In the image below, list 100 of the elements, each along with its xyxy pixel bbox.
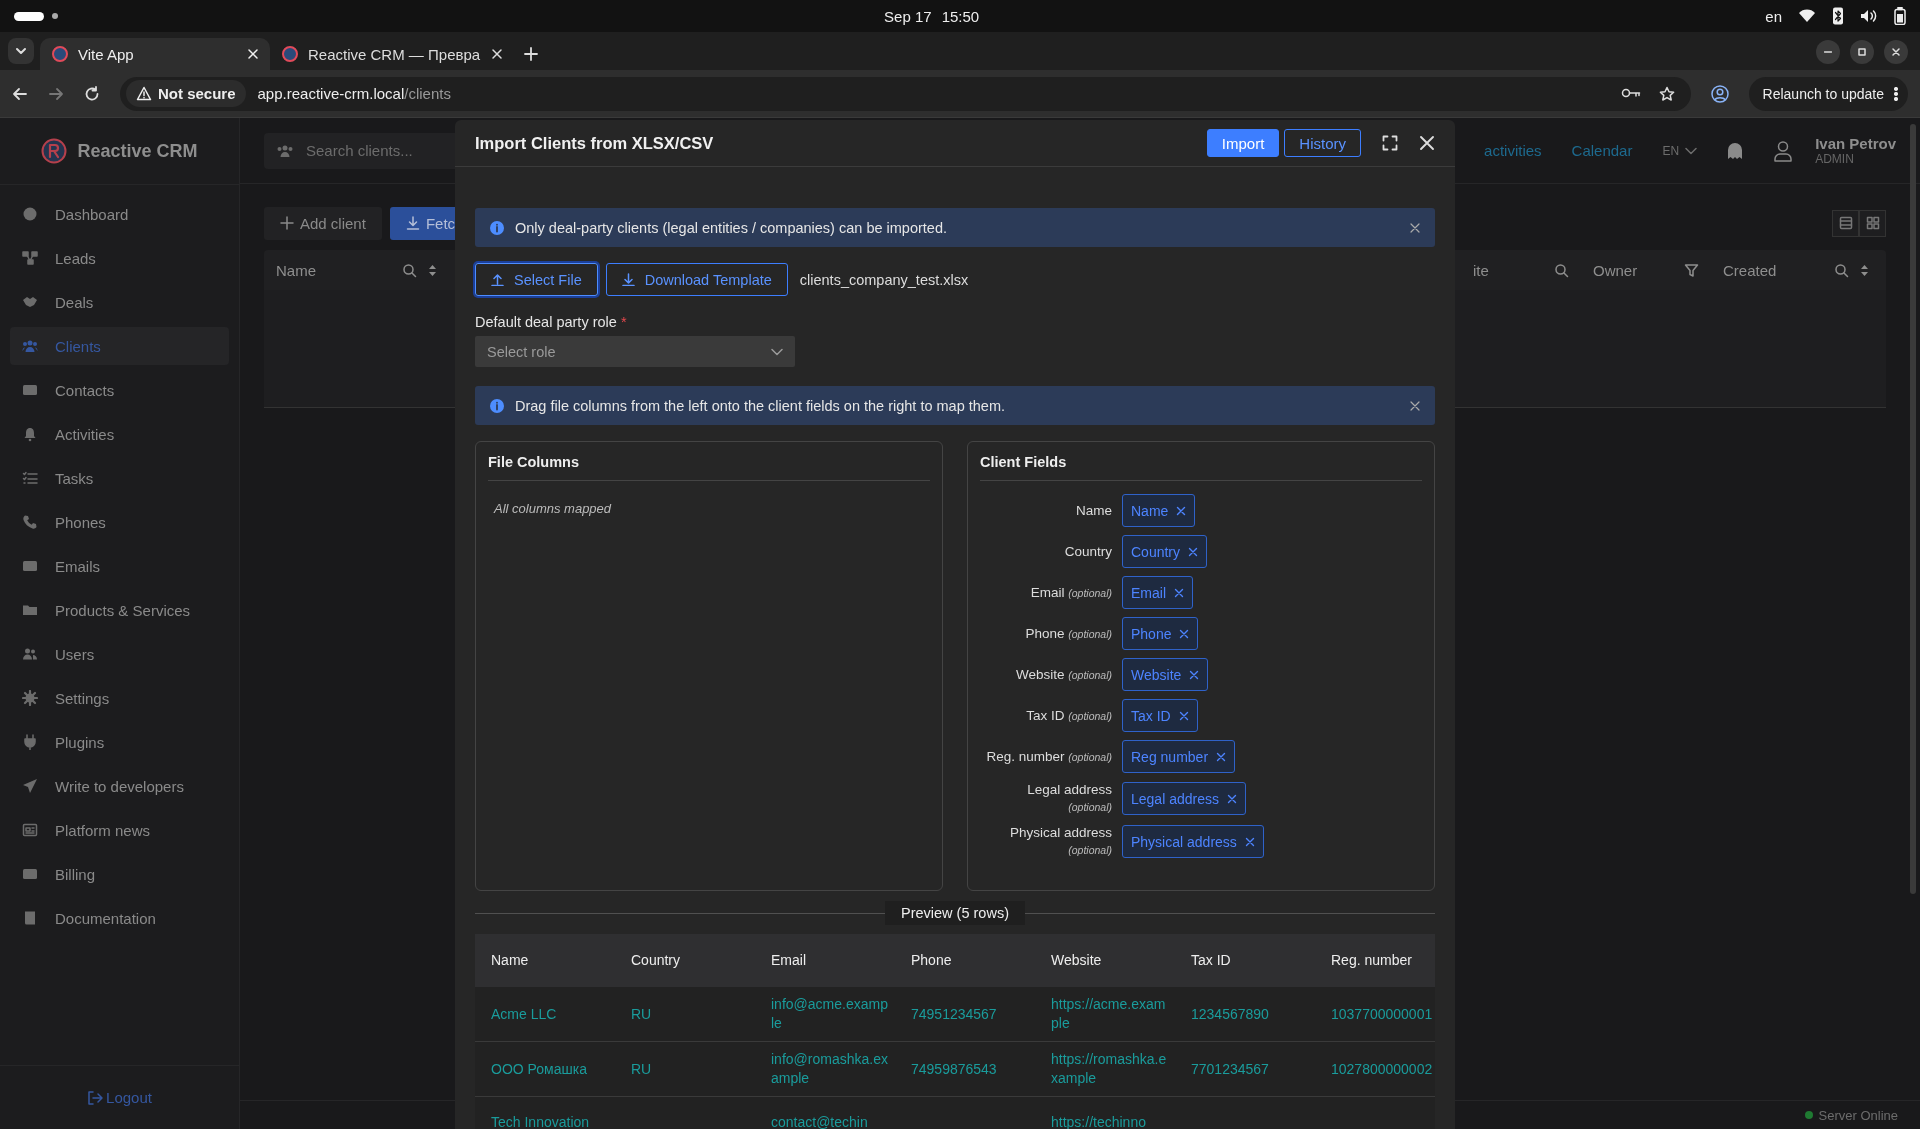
keyboard-layout[interactable]: en (1765, 7, 1782, 25)
profile-icon[interactable] (1710, 84, 1729, 103)
browser-tab[interactable]: Reactive CRM — Превра (270, 38, 515, 70)
url-text: app.reactive-crm.local/clients (257, 85, 451, 102)
wifi-icon[interactable] (1798, 8, 1816, 24)
people-icon (22, 646, 38, 662)
column-header[interactable]: ite (1473, 261, 1489, 279)
field-label: Reg. number (optional) (985, 747, 1112, 766)
sidebar-item[interactable]: Contacts (10, 371, 229, 409)
workspace-indicator[interactable] (14, 11, 44, 21)
grid-view-button[interactable] (1859, 209, 1886, 237)
language-select[interactable]: EN (1662, 143, 1698, 158)
history-button[interactable]: History (1284, 129, 1361, 157)
header-link[interactable]: activities (1484, 142, 1542, 159)
role-select[interactable]: Select role (475, 336, 795, 367)
remove-icon[interactable] (1189, 669, 1200, 680)
search-icon[interactable] (1554, 262, 1569, 278)
arrow-left-icon (12, 85, 28, 102)
sidebar-item[interactable]: Emails (10, 547, 229, 585)
security-chip[interactable]: Not secure (126, 80, 246, 107)
mapped-column-tag[interactable]: Country (1122, 535, 1208, 568)
sidebar-item[interactable]: Plugins (10, 723, 229, 761)
search-icon[interactable] (402, 262, 417, 278)
ghost-icon[interactable] (1727, 141, 1744, 160)
remove-icon[interactable] (1178, 710, 1189, 721)
column-header[interactable]: Owner (1593, 261, 1638, 279)
remove-icon[interactable] (1174, 587, 1184, 598)
remove-icon[interactable] (1179, 628, 1190, 639)
mapped-column-tag[interactable]: Phone (1122, 617, 1199, 650)
header-link[interactable]: Calendar (1571, 142, 1633, 159)
mapped-column-tag[interactable]: Tax ID (1122, 699, 1198, 732)
speaker-icon[interactable] (1860, 8, 1878, 24)
sidebar-item[interactable]: Phones (10, 503, 229, 541)
dismiss-button[interactable] (1409, 221, 1421, 234)
kebab-icon (1894, 86, 1898, 101)
list-view-button[interactable] (1832, 209, 1859, 237)
close-button[interactable] (1419, 135, 1435, 151)
select-file-button[interactable]: Select File (475, 263, 598, 296)
minimize-button[interactable] (1816, 40, 1840, 64)
sidebar-item[interactable]: Products & Services (10, 591, 229, 629)
remove-icon[interactable] (1244, 836, 1255, 847)
mapped-column-tag[interactable]: Physical address (1122, 825, 1264, 858)
table-cell-text: RU (630, 1004, 653, 1024)
field-label: Legal address (optional) (1026, 781, 1112, 815)
bell-icon (22, 426, 38, 442)
sidebar-item[interactable]: Deals (10, 283, 229, 321)
close-button[interactable] (1884, 40, 1908, 64)
close-icon[interactable] (490, 47, 505, 61)
add-button[interactable]: Add client (264, 206, 382, 240)
star-icon[interactable] (1658, 85, 1675, 102)
sidebar-item[interactable]: Billing (10, 855, 229, 893)
reload-button[interactable] (84, 85, 100, 102)
tab-list-button[interactable] (8, 38, 34, 64)
mapped-column-tag[interactable]: Name (1122, 494, 1196, 527)
filter-icon[interactable] (1684, 262, 1699, 278)
column-header: Email (770, 951, 807, 970)
scrollbar[interactable] (1910, 124, 1916, 894)
close-icon[interactable] (246, 47, 260, 61)
newspaper-icon (22, 822, 38, 838)
mapped-column-tag[interactable]: Legal address (1122, 782, 1246, 815)
sidebar-item[interactable]: Settings (10, 679, 229, 717)
bluetooth-icon[interactable] (1832, 7, 1844, 25)
remove-icon[interactable] (1176, 505, 1187, 516)
import-button[interactable]: Import (1206, 129, 1280, 157)
table-cell-text: https://acme.example (1050, 995, 1167, 1033)
sidebar-item[interactable]: Activities (10, 415, 229, 453)
back-button[interactable] (12, 85, 28, 102)
sidebar-item[interactable]: Users (10, 635, 229, 673)
fullscreen-button[interactable] (1382, 135, 1398, 151)
nodes-icon (22, 250, 38, 266)
address-bar[interactable]: Not secure app.reactive-crm.local/clients (120, 76, 1691, 111)
column-header: Phone (910, 951, 953, 970)
sidebar-item[interactable]: Tasks (10, 459, 229, 497)
mapped-column-tag[interactable]: Reg number (1122, 740, 1236, 773)
field-label: Name (1075, 502, 1112, 519)
sidebar-item[interactable]: Write to developers (10, 767, 229, 805)
dismiss-button[interactable] (1409, 399, 1421, 412)
sidebar-item[interactable]: Documentation (10, 899, 229, 937)
mapped-column-tag[interactable]: Website (1122, 658, 1209, 691)
relaunch-button[interactable]: Relaunch to update (1748, 76, 1908, 111)
forward-button[interactable] (48, 85, 64, 102)
plus-icon[interactable] (524, 47, 539, 61)
battery-icon[interactable] (1894, 7, 1906, 25)
user-icon[interactable] (1773, 139, 1794, 162)
table-cell-text: contact@techin (770, 1113, 869, 1129)
remove-icon[interactable] (1226, 793, 1237, 804)
column-header[interactable]: Created (1723, 261, 1777, 279)
remove-icon[interactable] (1216, 751, 1227, 762)
browser-tab[interactable]: Vite App (40, 38, 270, 70)
remove-icon[interactable] (1188, 546, 1199, 557)
sidebar-item[interactable]: Platform news (10, 811, 229, 849)
sidebar-item[interactable]: Leads (10, 239, 229, 277)
chevron-down-icon (15, 45, 27, 57)
mapped-column-tag[interactable]: Email (1122, 576, 1193, 609)
maximize-button[interactable] (1850, 40, 1874, 64)
download-template-button[interactable]: Download Template (605, 263, 788, 296)
column-header: Reg. number (1330, 951, 1413, 970)
search-icon[interactable] (1834, 262, 1849, 278)
column-header[interactable]: Name (276, 261, 316, 279)
sidebar-item[interactable]: Dashboard (10, 195, 229, 233)
